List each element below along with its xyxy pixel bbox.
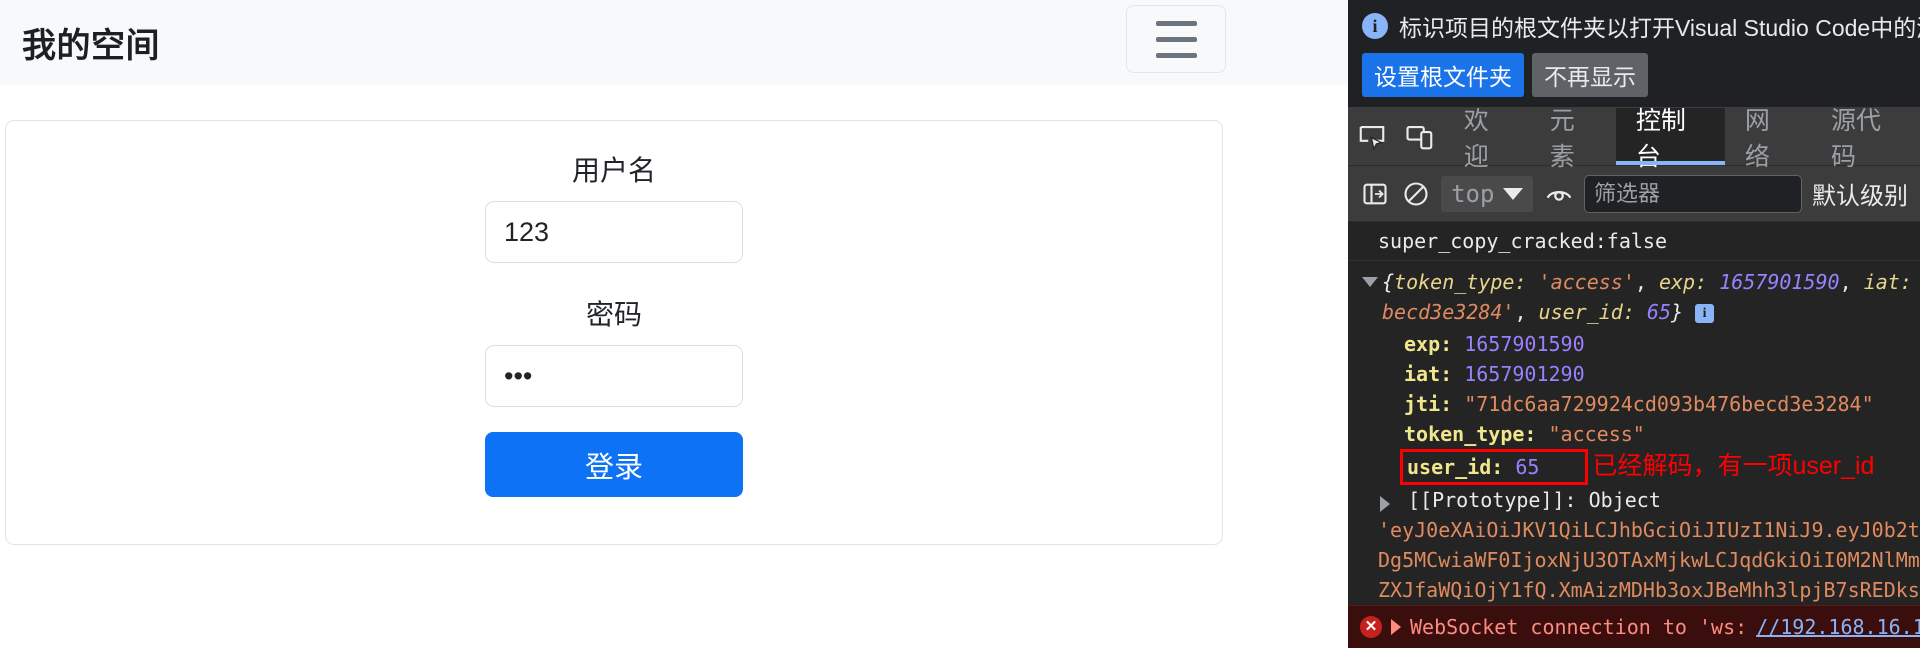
- brace-close: }: [1671, 300, 1684, 324]
- property-value: 1657901290: [1464, 362, 1585, 386]
- hamburger-menu-icon: [1155, 36, 1197, 42]
- prototype-label: [[Prototype]]: Object: [1408, 488, 1661, 512]
- username-label: 用户名: [571, 155, 656, 186]
- value-jti-wrap: becd3e3284': [1382, 300, 1515, 324]
- login-card: 用户名 密码 登录: [5, 120, 1223, 545]
- console-toolbar: top 默认级别: [1348, 166, 1920, 222]
- user-id-highlight-box: user_id: 65: [1400, 449, 1589, 485]
- comma-1: ,: [1634, 270, 1647, 294]
- object-property-row: jti: "71dc6aa729924cd093b476becd3e3284": [1348, 389, 1920, 419]
- annotation-text: 已经解码，有一项user_id: [1592, 452, 1875, 480]
- object-property-row-highlighted: user_id: 65 已经解码，有一项user_id: [1348, 449, 1920, 485]
- password-label: 密码: [585, 299, 642, 330]
- console-object-row: {token_type: 'access', exp: 1657901590, …: [1348, 261, 1920, 329]
- error-link[interactable]: //192.168.16.176: [1756, 612, 1920, 642]
- devtools-infobar: i 标识项目的根文件夹以打开Visual Studio Code中的源文件 设置…: [1348, 0, 1920, 108]
- console-output: super_copy_cracked:false {token_type: 'a…: [1348, 222, 1920, 648]
- live-expression-icon[interactable]: [1543, 179, 1574, 209]
- execution-context-label: top: [1451, 179, 1495, 208]
- tab-console[interactable]: 控制台: [1615, 107, 1725, 171]
- console-sidebar-icon[interactable]: [1360, 180, 1391, 208]
- tab-welcome[interactable]: 欢迎: [1444, 107, 1530, 171]
- console-filter-input[interactable]: [1584, 174, 1802, 213]
- property-value: "access": [1548, 422, 1645, 446]
- triangle-down-icon[interactable]: [1362, 277, 1378, 287]
- property-key: token_type:: [1404, 422, 1537, 446]
- triangle-right-icon[interactable]: [1391, 619, 1401, 635]
- clear-console-icon[interactable]: [1401, 180, 1432, 208]
- key-iat: iat:: [1863, 270, 1912, 294]
- property-value: 65: [1515, 455, 1540, 479]
- devtools-tabbar: 欢迎 元素 控制台 网络 源代码: [1348, 107, 1920, 171]
- hamburger-menu-icon: [1155, 20, 1197, 26]
- dont-show-again-button[interactable]: 不再显示: [1532, 53, 1648, 97]
- comma-3: ,: [1514, 300, 1527, 324]
- comma-2: ,: [1839, 270, 1852, 294]
- jwt-token-line: Dg5MCwiaWF0IjoxNjU3OTAxMjkwLCJqdGkiOiI0M…: [1378, 548, 1920, 572]
- set-root-folder-button[interactable]: 设置根文件夹: [1362, 53, 1524, 97]
- error-message: WebSocket connection to 'ws:: [1410, 615, 1748, 639]
- object-info-icon[interactable]: i: [1695, 304, 1715, 323]
- object-preview-line1: {token_type: 'access', exp: 1657901590, …: [1382, 267, 1920, 297]
- prototype-row: [[Prototype]]: Object: [1348, 485, 1920, 515]
- property-value: 1657901590: [1464, 332, 1585, 356]
- page-title: 我的空间: [22, 27, 160, 65]
- tab-network[interactable]: 网络: [1725, 107, 1811, 171]
- value-exp: 1657901590: [1719, 270, 1840, 294]
- devtools-panel: i 标识项目的根文件夹以打开Visual Studio Code中的源文件 设置…: [1348, 0, 1920, 648]
- username-input[interactable]: [485, 201, 743, 263]
- value-user-id-preview: 65: [1646, 300, 1672, 324]
- property-key: jti:: [1404, 392, 1453, 416]
- object-property-row: exp: 1657901590: [1348, 329, 1920, 359]
- console-message-text: super_copy_cracked:false: [1378, 229, 1667, 253]
- log-levels-dropdown[interactable]: 默认级别: [1812, 176, 1908, 211]
- property-key: exp:: [1404, 332, 1453, 356]
- web-page-panel: 我的空间 用户名 密码 登录: [0, 0, 1348, 648]
- object-property-row: iat: 1657901290: [1348, 359, 1920, 389]
- tab-sources[interactable]: 源代码: [1811, 107, 1920, 171]
- info-icon: i: [1362, 13, 1388, 39]
- screenshot-root: 我的空间 用户名 密码 登录 i 标识项目的根文件夹以打开Visua: [0, 0, 1920, 648]
- value-token-type: 'access': [1538, 270, 1635, 294]
- jwt-token-line: ZXJfaWQiOjY1fQ.XmAizMDHb3oxJBeMhh3lpjB7s…: [1378, 578, 1920, 602]
- property-value: "71dc6aa729924cd093b476becd3e3284": [1464, 392, 1874, 416]
- property-key: iat:: [1404, 362, 1453, 386]
- brace-open: {: [1382, 270, 1395, 294]
- navbar-toggler-button[interactable]: [1126, 5, 1226, 73]
- login-button[interactable]: 登录: [485, 432, 743, 497]
- chevron-down-icon: [1503, 187, 1524, 200]
- object-property-row: token_type: "access": [1348, 419, 1920, 449]
- execution-context-select[interactable]: top: [1441, 175, 1534, 212]
- key-exp: exp:: [1658, 270, 1708, 294]
- password-input[interactable]: [485, 345, 743, 407]
- object-preview-line2: becd3e3284', user_id: 65} i: [1382, 297, 1920, 327]
- navbar: 我的空间: [0, 0, 1348, 85]
- key-user-id-preview: user_id:: [1538, 300, 1635, 324]
- error-icon: ✕: [1360, 616, 1382, 638]
- infobar-message: 标识项目的根文件夹以打开Visual Studio Code中的源文件: [1399, 15, 1920, 41]
- login-form: 用户名 密码 登录: [6, 121, 1222, 497]
- console-error-row: ✕ WebSocket connection to 'ws: //192.168.…: [1348, 605, 1920, 648]
- tab-elements[interactable]: 元素: [1530, 107, 1616, 171]
- property-key: user_id:: [1407, 455, 1504, 479]
- hamburger-menu-icon: [1155, 52, 1197, 58]
- device-toolbar-icon[interactable]: [1396, 108, 1444, 165]
- inspect-element-icon[interactable]: [1348, 108, 1396, 165]
- jwt-token-line: 'eyJ0eXAiOiJKV1QiLCJhbGciOiJIUzI1NiJ9.ey…: [1378, 518, 1920, 542]
- console-message-row: super_copy_cracked:false: [1348, 222, 1920, 261]
- triangle-right-icon[interactable]: [1380, 496, 1390, 512]
- key-token-type: token_type:: [1394, 270, 1527, 294]
